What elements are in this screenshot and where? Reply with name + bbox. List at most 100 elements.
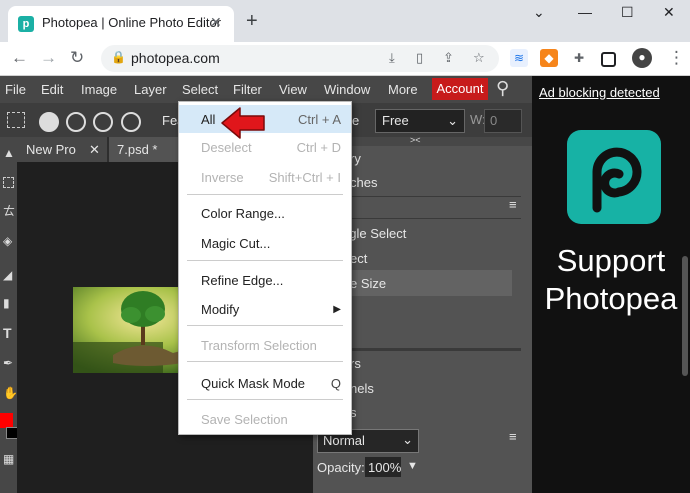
collapse-icon[interactable]: >< xyxy=(410,135,421,145)
menu-item-label: Deselect xyxy=(201,140,252,155)
opacity-label: Opacity: xyxy=(317,460,365,475)
tools-panel: ▲ ㄊ ◈ ◢ ▮ T ✒ ✋ ▦ xyxy=(0,137,18,493)
side-panel-icon[interactable] xyxy=(601,52,616,67)
maximize-button[interactable]: ☐ xyxy=(621,4,634,21)
opacity-input[interactable]: 100% xyxy=(365,457,401,477)
hand-tool-icon[interactable]: ✋ xyxy=(3,387,18,399)
intersect-selection-icon[interactable] xyxy=(121,112,141,132)
menu-item-label: Quick Mask Mode xyxy=(201,376,306,391)
photopea-favicon-icon: p xyxy=(18,16,34,32)
menu-item-shortcut: Shift+Ctrl + I xyxy=(268,170,341,185)
menu-window[interactable]: Window xyxy=(324,82,370,97)
eraser-tool-icon[interactable]: ◈ xyxy=(3,235,15,247)
foreground-color-swatch[interactable] xyxy=(0,413,13,428)
move-tool-icon[interactable]: ▲ xyxy=(3,147,15,159)
menu-select[interactable]: Select xyxy=(182,82,218,97)
menu-item-quick-mask-mode[interactable]: Quick Mask Mode Q xyxy=(179,369,351,397)
marquee-tool-icon[interactable] xyxy=(7,112,25,128)
blend-mode-value: Normal xyxy=(323,433,365,448)
menu-separator xyxy=(187,399,343,400)
menu-item-label: All xyxy=(201,112,216,127)
share-icon[interactable]: ⇪ xyxy=(443,50,454,66)
profile-avatar[interactable]: ● xyxy=(632,48,652,68)
panel-menu-icon[interactable]: ≡ xyxy=(509,429,517,444)
menu-item-magic-cut[interactable]: Magic Cut... xyxy=(179,229,351,257)
menu-separator xyxy=(187,260,343,261)
extension-icon[interactable]: ≋ xyxy=(510,49,528,67)
type-tool-icon[interactable]: T xyxy=(3,326,15,340)
menu-item-modify[interactable]: Modify ▶ xyxy=(179,295,351,323)
menu-item-label: Transform Selection xyxy=(201,338,317,353)
install-icon[interactable]: ⤓ xyxy=(389,50,395,66)
menu-item-inverse[interactable]: Inverse Shift+Ctrl + I xyxy=(179,163,351,191)
menu-layer[interactable]: Layer xyxy=(134,82,167,97)
account-button[interactable]: Account xyxy=(432,78,488,100)
address-toolbar: ← → ↻ 🔒 photopea.com ⤓ ▯ ⇪ ☆ ≋ ◆ ✚ ● ⋮ xyxy=(0,42,690,76)
scrollbar[interactable] xyxy=(682,256,688,376)
pen-tool-icon[interactable]: ✒ xyxy=(3,357,15,369)
panel-tab-channels[interactable]: nels xyxy=(350,381,374,396)
new-selection-icon[interactable] xyxy=(39,112,59,132)
url-text[interactable]: photopea.com xyxy=(131,50,220,66)
menu-separator xyxy=(187,325,343,326)
menu-file[interactable]: File xyxy=(5,82,26,97)
quick-mask-icon[interactable]: ▦ xyxy=(3,453,15,465)
omnibox[interactable]: 🔒 photopea.com ⤓ ▯ ⇪ ☆ xyxy=(101,45,499,72)
lock-icon[interactable]: 🔒 xyxy=(111,50,126,64)
close-window-button[interactable]: ✕ xyxy=(663,4,675,21)
menu-item-transform-selection[interactable]: Transform Selection xyxy=(179,331,351,359)
photopea-logo[interactable] xyxy=(567,130,661,224)
panel-tab-swatches[interactable]: ches xyxy=(350,175,377,190)
select-dropdown-menu: All Ctrl + A Deselect Ctrl + D Inverse S… xyxy=(178,101,352,435)
width-input[interactable]: 0 xyxy=(484,109,522,133)
ad-blocking-link[interactable]: Ad blocking detected xyxy=(539,85,660,100)
menu-item-save-selection[interactable]: Save Selection xyxy=(179,405,351,433)
add-selection-icon[interactable] xyxy=(66,112,86,132)
tab-search-icon[interactable]: ⌄ xyxy=(533,4,545,21)
support-line-2: Photopea xyxy=(544,281,678,316)
tab-close-icon[interactable]: ✕ xyxy=(210,14,222,31)
support-line-1: Support xyxy=(556,243,666,278)
doc-tab-new-project[interactable]: New Pro ✕ xyxy=(17,137,107,162)
bookmark-star-icon[interactable]: ☆ xyxy=(473,50,485,66)
chevron-down-icon: ⌄ xyxy=(447,113,458,128)
search-icon[interactable]: ⚲ xyxy=(496,78,509,99)
back-icon[interactable]: ← xyxy=(11,48,28,68)
opacity-dropdown-icon[interactable]: ▼ xyxy=(407,460,418,472)
menu-view[interactable]: View xyxy=(279,82,307,97)
menu-item-label: Inverse xyxy=(201,170,244,185)
new-tab-button[interactable]: + xyxy=(246,10,258,33)
subtract-selection-icon[interactable] xyxy=(93,112,113,132)
metamask-fox-icon[interactable]: ◆ xyxy=(540,49,558,67)
menu-item-label: Color Range... xyxy=(201,206,285,221)
menu-item-color-range[interactable]: Color Range... xyxy=(179,199,351,227)
support-photopea-text[interactable]: Support Photopea xyxy=(532,242,690,318)
history-select[interactable]: ect xyxy=(350,251,367,266)
close-icon[interactable]: ✕ xyxy=(89,137,100,162)
page-icon[interactable]: ▯ xyxy=(416,50,423,66)
menu-filter[interactable]: Filter xyxy=(233,82,262,97)
brush-tool-icon[interactable]: ◢ xyxy=(3,269,15,281)
tab-title: Photopea | Online Photo Editor xyxy=(42,15,221,30)
selection-mode-select[interactable]: Free ⌄ xyxy=(375,109,465,133)
browser-menu-icon[interactable]: ⋮ xyxy=(668,48,685,68)
panel-menu-icon[interactable]: ≡ xyxy=(509,197,517,212)
selection-mode-value: Free xyxy=(382,113,409,128)
gradient-tool-icon[interactable]: ▮ xyxy=(3,297,15,309)
menu-item-shortcut: Ctrl + D xyxy=(296,140,341,155)
forward-icon[interactable]: → xyxy=(40,48,57,68)
menu-item-label: Modify xyxy=(201,302,240,317)
crop-tool-icon[interactable]: ㄊ xyxy=(3,205,15,217)
menu-item-refine-edge[interactable]: Refine Edge... xyxy=(179,266,351,294)
photopea-menubar: File Edit Image Layer Select Filter View… xyxy=(0,76,532,103)
doc-tab-label: New Pro xyxy=(26,142,76,157)
menu-image[interactable]: Image xyxy=(81,82,117,97)
menu-more[interactable]: More xyxy=(388,82,418,97)
reload-icon[interactable]: ↻ xyxy=(70,48,84,68)
menu-edit[interactable]: Edit xyxy=(41,82,63,97)
browser-tab[interactable]: p Photopea | Online Photo Editor ✕ xyxy=(8,6,234,42)
browser-tab-bar: p Photopea | Online Photo Editor ✕ + ⌄ —… xyxy=(0,0,690,42)
marquee-tool-icon[interactable] xyxy=(3,177,14,188)
minimize-button[interactable]: — xyxy=(578,4,592,20)
puzzle-extensions-icon[interactable]: ✚ xyxy=(570,49,588,67)
